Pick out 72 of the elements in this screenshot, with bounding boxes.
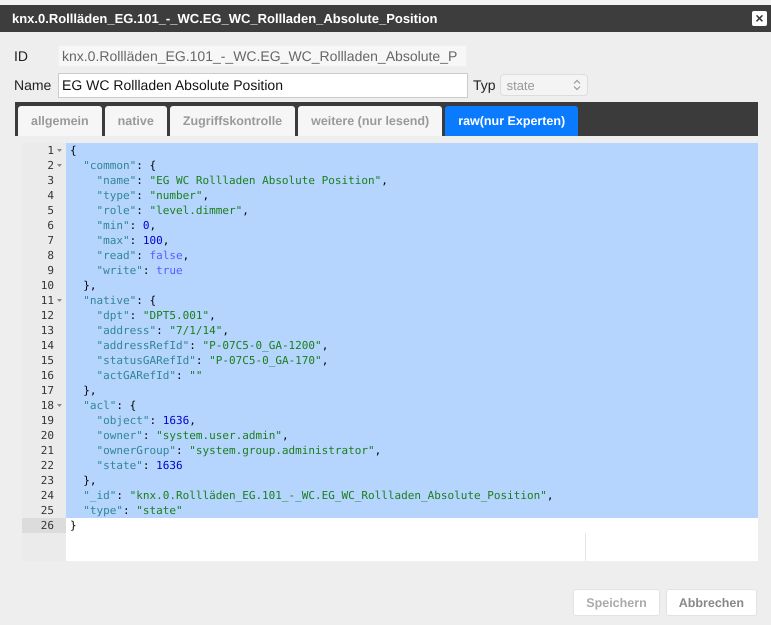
- code-line: "max": 100,: [95, 234, 170, 247]
- code-line: "state": 1636: [95, 459, 183, 472]
- code-line: "actGARefId": "": [95, 369, 202, 382]
- line-number: 10: [40, 278, 54, 293]
- line-number: 19: [40, 413, 54, 428]
- code-line: "role": "level.dimmer",: [95, 204, 249, 217]
- line-number: 5: [47, 203, 54, 218]
- code-line: "object": 1636,: [95, 414, 196, 427]
- code-line: },: [82, 474, 96, 487]
- line-number: 25: [40, 503, 54, 518]
- line-number: 9: [47, 263, 54, 278]
- line-number: 24: [40, 488, 54, 503]
- code-line: "addressRefId": "P-07C5-0_GA-1200",: [95, 339, 328, 352]
- code-line: }: [70, 519, 77, 532]
- fold-arrow-icon[interactable]: [56, 404, 62, 407]
- code-line: "type": "number",: [95, 189, 210, 202]
- fold-arrow-icon[interactable]: [56, 164, 62, 167]
- line-number: 17: [40, 383, 54, 398]
- line-number: 7: [47, 233, 54, 248]
- tab[interactable]: allgemein: [18, 106, 102, 136]
- line-number: 6: [47, 218, 54, 233]
- code-line: },: [82, 384, 96, 397]
- line-number: 8: [47, 248, 54, 263]
- line-number: 11: [40, 293, 54, 308]
- line-number: 23: [40, 473, 54, 488]
- code-line: "min": 0,: [95, 219, 156, 232]
- code-line: "owner": "system.user.admin",: [95, 429, 289, 442]
- name-label: Name: [14, 77, 52, 93]
- code-line: "dpt": "DPT5.001",: [95, 309, 216, 322]
- tab[interactable]: Zugriffskontrolle: [170, 106, 296, 136]
- chevron-updown-icon: [572, 79, 581, 91]
- code-line: "ownerGroup": "system.group.administrator",: [95, 444, 382, 457]
- line-number: 13: [40, 323, 54, 338]
- line-number: 14: [40, 338, 54, 353]
- type-label: Typ: [473, 77, 496, 93]
- line-number: 16: [40, 368, 54, 383]
- line-number: 2: [47, 158, 54, 173]
- id-field[interactable]: knx.0.Rollläden_EG.101_-_WC.EG_WC_Rollladen_Absolute_P: [58, 45, 467, 67]
- line-number: 12: [40, 308, 54, 323]
- tab[interactable]: native: [104, 106, 167, 136]
- fold-arrow-icon[interactable]: [56, 299, 62, 302]
- tab[interactable]: weitere (nur lesend): [298, 106, 442, 136]
- line-number: 22: [40, 458, 54, 473]
- tab[interactable]: raw(nur Experten): [445, 106, 578, 136]
- code-line: "name": "EG WC Rollladen Absolute Position",: [95, 174, 388, 187]
- id-label: ID: [14, 48, 29, 64]
- line-number: 18: [40, 398, 54, 413]
- close-button[interactable]: ×: [752, 11, 767, 26]
- code-line: },: [82, 279, 96, 292]
- code-line: "acl": {: [82, 399, 136, 412]
- cancel-button[interactable]: Abbrechen: [666, 589, 757, 616]
- line-number: 4: [47, 188, 54, 203]
- code-line: "write": true: [95, 264, 183, 277]
- fold-arrow-icon[interactable]: [56, 149, 62, 152]
- line-number: 15: [40, 353, 54, 368]
- code-line: "read": false,: [95, 249, 190, 262]
- line-number: 3: [47, 173, 54, 188]
- code-editor[interactable]: [22, 143, 758, 561]
- code-line: "_id": "knx.0.Rollläden_EG.101_-_WC.EG_WC_Rollladen_Absolute_Position",: [82, 489, 554, 502]
- type-select[interactable]: state: [500, 74, 588, 96]
- line-number: 26: [40, 518, 54, 533]
- line-number: 21: [40, 443, 54, 458]
- code-line: "common": {: [82, 159, 156, 172]
- code-line: "address": "7/1/14",: [95, 324, 229, 337]
- line-number: 20: [40, 428, 54, 443]
- code-line: {: [70, 144, 77, 157]
- code-line: "type": "state": [82, 504, 183, 517]
- code-line: "statusGARefId": "P-07C5-0_GA-170",: [95, 354, 328, 367]
- code-line: "native": {: [82, 294, 156, 307]
- line-number: 1: [47, 143, 54, 158]
- name-field[interactable]: EG WC Rollladen Absolute Position: [58, 72, 468, 98]
- window-title: knx.0.Rollläden_EG.101_-_WC.EG_WC_Rollladen_Absolute_Position: [12, 11, 438, 26]
